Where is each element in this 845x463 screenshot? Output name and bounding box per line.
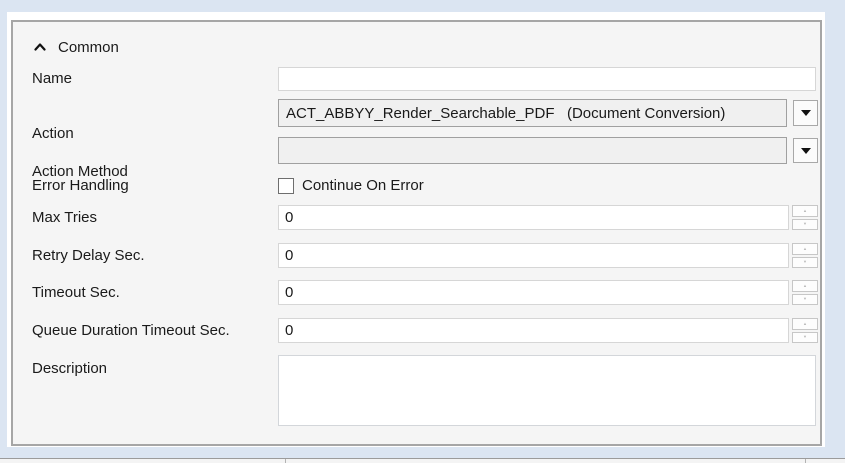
spin-down-icon: ▼ — [803, 259, 807, 265]
action-combobox-value: ACT_ABBYY_Render_Searchable_PDF (Documen… — [286, 104, 726, 122]
spin-up-button[interactable]: ▲ — [792, 318, 818, 330]
queue-duration-timeout-label: Queue Duration Timeout Sec. — [32, 322, 230, 339]
divider — [285, 459, 286, 463]
spin-up-icon: ▲ — [803, 207, 807, 213]
common-section-panel: Common Name Action ACT_ABBYY_Render_Sear… — [11, 20, 822, 446]
spin-up-icon: ▲ — [803, 245, 807, 251]
action-combobox[interactable]: ACT_ABBYY_Render_Searchable_PDF (Documen… — [278, 99, 787, 127]
queue-duration-timeout-input[interactable] — [278, 318, 789, 343]
max-tries-spinner: ▲ ▼ — [792, 205, 818, 230]
spin-down-button[interactable]: ▼ — [792, 218, 818, 230]
dropdown-arrow-icon — [800, 147, 811, 154]
divider — [805, 459, 806, 463]
error-handling-label: Error Handling — [32, 177, 129, 194]
queue-duration-timeout-spinner: ▲ ▼ — [792, 318, 818, 343]
action-dropdown-button[interactable] — [793, 100, 818, 126]
name-label: Name — [32, 70, 73, 87]
retry-delay-input[interactable] — [278, 243, 789, 268]
spin-down-icon: ▼ — [803, 334, 807, 340]
spin-down-icon: ▼ — [803, 296, 807, 302]
description-label: Description — [32, 360, 108, 377]
timeout-label: Timeout Sec. — [32, 284, 120, 301]
retry-delay-spinner: ▲ ▼ — [792, 243, 818, 268]
spin-up-icon: ▲ — [803, 320, 807, 326]
description-textarea[interactable] — [278, 355, 816, 426]
workflow-action-properties-pane: { "colors": { "window_background": "#dbe… — [0, 0, 845, 463]
section-header-common[interactable]: Common — [34, 36, 119, 58]
spin-up-icon: ▲ — [803, 282, 807, 288]
action-method-combobox[interactable] — [278, 137, 787, 164]
spin-down-icon: ▼ — [803, 221, 807, 227]
spin-up-button[interactable]: ▲ — [792, 205, 818, 217]
name-input[interactable] — [278, 67, 816, 91]
action-method-dropdown-button[interactable] — [793, 138, 818, 163]
max-tries-input[interactable] — [278, 205, 789, 230]
spin-down-button[interactable]: ▼ — [792, 331, 818, 343]
retry-delay-label: Retry Delay Sec. — [32, 247, 145, 264]
timeout-input[interactable] — [278, 280, 789, 305]
section-title: Common — [58, 38, 119, 56]
continue-on-error-checkbox-label[interactable]: Continue On Error — [302, 176, 424, 196]
timeout-spinner: ▲ ▼ — [792, 280, 818, 305]
spin-up-button[interactable]: ▲ — [792, 243, 818, 255]
next-section-edge — [0, 458, 845, 463]
spin-down-button[interactable]: ▼ — [792, 256, 818, 268]
continue-on-error-checkbox[interactable] — [278, 178, 294, 194]
action-label: Action — [32, 125, 74, 142]
max-tries-label: Max Tries — [32, 209, 98, 226]
dropdown-arrow-icon — [800, 110, 811, 116]
spin-up-button[interactable]: ▲ — [792, 280, 818, 292]
chevron-up-icon — [34, 43, 46, 51]
spin-down-button[interactable]: ▼ — [792, 293, 818, 305]
